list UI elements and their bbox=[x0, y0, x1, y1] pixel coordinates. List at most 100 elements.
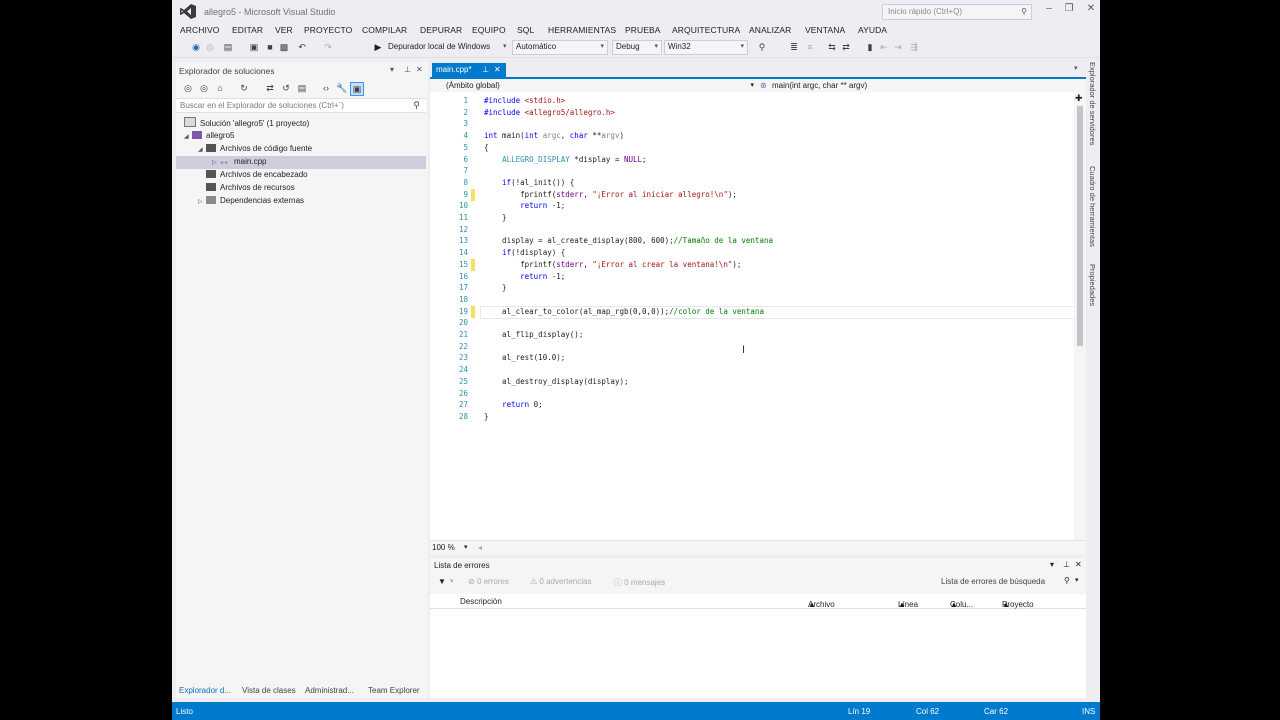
column-description[interactable]: Descripción bbox=[460, 597, 502, 606]
code-line[interactable]: return -1; bbox=[484, 272, 565, 281]
code-line[interactable]: #include <allegro5/allegro.h> bbox=[484, 108, 615, 117]
view-code-icon[interactable]: ‹› bbox=[320, 82, 332, 94]
new-project-icon[interactable]: ▤ bbox=[222, 41, 234, 53]
clear-bookmarks-icon[interactable]: ⇶ bbox=[908, 41, 920, 53]
close-icon[interactable]: ✕ bbox=[1075, 560, 1082, 569]
tree-item-solution[interactable]: Solución 'allegro5' (1 proyecto) bbox=[184, 117, 309, 129]
menu-equipo[interactable]: EQUIPO bbox=[472, 25, 506, 35]
zoom-level[interactable]: 100 % bbox=[432, 543, 455, 552]
configuration-select[interactable]: Debug ▾ bbox=[612, 40, 662, 55]
toggle-bookmark-icon[interactable]: ▮ bbox=[864, 41, 876, 53]
menu-analizar[interactable]: ANALIZAR bbox=[749, 25, 791, 35]
code-line[interactable]: al_flip_display(); bbox=[484, 330, 583, 339]
code-line[interactable]: { bbox=[484, 143, 489, 152]
code-line[interactable]: fprintf(stderr, "¡Error al iniciar alleg… bbox=[484, 190, 737, 199]
tab-team-explorer[interactable]: Team Explorer bbox=[368, 686, 420, 695]
code-line[interactable]: if(!display) { bbox=[484, 248, 565, 257]
refresh-icon[interactable]: ↺ bbox=[280, 82, 292, 94]
code-line[interactable]: if(!al_init()) { bbox=[484, 178, 574, 187]
code-line[interactable]: display = al_create_display(800, 600);//… bbox=[484, 236, 773, 245]
pin-icon[interactable]: ⊥ bbox=[1063, 560, 1070, 569]
save-all-icon[interactable]: ▩ bbox=[278, 41, 290, 53]
back-icon[interactable]: ◎ bbox=[182, 82, 194, 94]
menu-compilar[interactable]: COMPILAR bbox=[362, 25, 407, 35]
menu-ayuda[interactable]: AYUDA bbox=[858, 25, 887, 35]
bookmark-icon[interactable]: ⇆ bbox=[826, 41, 838, 53]
menu-ver[interactable]: VER bbox=[275, 25, 293, 35]
tab-main-cpp[interactable]: main.cpp* ⊥ ✕ bbox=[432, 63, 506, 77]
member-select[interactable]: ⊛ main(int argc, char ** argv) bbox=[760, 80, 1080, 91]
next-bookmark-icon[interactable]: ⇄ bbox=[840, 41, 852, 53]
messages-filter-button[interactable]: ⓘ 0 mensajes bbox=[614, 577, 665, 588]
menu-editar[interactable]: EDITAR bbox=[232, 25, 263, 35]
tree-item-external-dependencies[interactable]: ▷ Dependencias externas bbox=[198, 195, 304, 207]
prev-bookmark-icon[interactable]: ⇤ bbox=[878, 41, 890, 53]
debugger-label[interactable]: Depurador local de Windows bbox=[388, 42, 490, 51]
uncomment-icon[interactable]: ≡ bbox=[804, 41, 816, 53]
scroll-left-icon[interactable]: ◂ bbox=[478, 543, 482, 552]
chevron-down-icon[interactable]: ▾ bbox=[450, 577, 454, 585]
close-icon[interactable]: ✕ bbox=[416, 65, 423, 74]
pin-icon[interactable]: ⊥ bbox=[482, 65, 489, 74]
close-button[interactable]: ✕ bbox=[1082, 3, 1100, 17]
toolbox-tab[interactable]: Cuadro de herramientas bbox=[1088, 166, 1097, 247]
code-area[interactable]: 1 #include <stdio.h> 2 #include <allegro5/a… bbox=[430, 92, 1076, 540]
code-line[interactable]: return 0; bbox=[484, 400, 543, 409]
chevron-down-icon[interactable]: ▾ bbox=[503, 42, 507, 50]
warnings-filter-button[interactable]: ⚠ 0 advertencias bbox=[530, 577, 591, 586]
find-icon[interactable]: ⚲ bbox=[756, 41, 768, 53]
sync-icon[interactable]: ⇄ bbox=[264, 82, 276, 94]
redo-icon[interactable]: ↷ bbox=[322, 41, 334, 53]
server-explorer-tab[interactable]: Explorador de servidores bbox=[1088, 62, 1097, 145]
menu-arquitectura[interactable]: ARQUITECTURA bbox=[672, 25, 740, 35]
code-line[interactable]: ALLEGRO_DISPLAY *display = NULL; bbox=[484, 155, 647, 164]
menu-herramientas[interactable]: HERRAMIENTAS bbox=[548, 25, 616, 35]
chevron-down-icon[interactable]: ▾ bbox=[1074, 64, 1078, 72]
next-bookmark-folder-icon[interactable]: ⇥ bbox=[892, 41, 904, 53]
split-window-icon[interactable]: ✚ bbox=[1075, 93, 1083, 104]
comment-out-icon[interactable]: ≣ bbox=[788, 41, 800, 53]
collapse-all-icon[interactable]: ▤ bbox=[296, 82, 308, 94]
menu-depurar[interactable]: DEPURAR bbox=[420, 25, 462, 35]
tree-item-project[interactable]: ◢ allegro5 bbox=[184, 130, 234, 142]
scope-select[interactable]: (Ámbito global) ▾ bbox=[444, 80, 754, 91]
filter-icon[interactable]: ▼ bbox=[438, 577, 446, 586]
code-line[interactable]: #include <stdio.h> bbox=[484, 96, 565, 105]
error-search-input[interactable]: Lista de errores de búsqueda ⚲ ▾ bbox=[936, 575, 1082, 588]
quick-launch-input[interactable]: Inicio rápido (Ctrl+Q) ⚲ bbox=[882, 4, 1032, 20]
vertical-scrollbar[interactable]: ✚ bbox=[1074, 92, 1086, 540]
close-icon[interactable]: ✕ bbox=[494, 65, 501, 74]
platform-select[interactable]: Win32 ▾ bbox=[664, 40, 748, 55]
tree-item-header-folder[interactable]: Archivos de encabezado bbox=[206, 169, 308, 181]
code-line[interactable]: } bbox=[484, 283, 507, 292]
pending-changes-icon[interactable]: ↻ bbox=[238, 82, 250, 94]
tree-item-source-folder[interactable]: ◢ Archivos de código fuente bbox=[198, 143, 312, 155]
solution-mode-select[interactable]: Automático ▾ bbox=[512, 40, 608, 55]
save-icon[interactable]: ■ bbox=[264, 41, 276, 53]
tree-item-main-cpp[interactable]: ▷ ++ main.cpp bbox=[212, 156, 266, 168]
home-icon[interactable]: ⌂ bbox=[214, 82, 226, 94]
properties-icon[interactable]: 🔧 bbox=[336, 82, 348, 94]
menu-proyecto[interactable]: PROYECTO bbox=[304, 25, 352, 35]
tab-property-manager[interactable]: Administrad... bbox=[305, 686, 354, 695]
solution-search-input[interactable]: Buscar en el Explorador de soluciones (C… bbox=[176, 98, 426, 113]
code-line[interactable]: al_destroy_display(display); bbox=[484, 377, 628, 386]
open-file-icon[interactable]: ▣ bbox=[248, 41, 260, 53]
forward-icon[interactable]: ◎ bbox=[198, 82, 210, 94]
menu-ventana[interactable]: VENTANA bbox=[805, 25, 845, 35]
show-all-files-icon[interactable]: ▣ bbox=[350, 82, 364, 96]
code-line[interactable]: } bbox=[484, 213, 507, 222]
window-position-icon[interactable]: ▾ bbox=[1050, 560, 1054, 569]
menu-prueba[interactable]: PRUEBA bbox=[625, 25, 661, 35]
navigate-forward-icon[interactable]: ◎ bbox=[204, 41, 216, 53]
navigate-back-icon[interactable]: ◉ bbox=[190, 41, 202, 53]
tab-class-view[interactable]: Vista de clases bbox=[242, 686, 296, 695]
tree-item-resource-folder[interactable]: Archivos de recursos bbox=[206, 182, 295, 194]
code-line[interactable]: int main(int argc, char **argv) bbox=[484, 131, 624, 140]
maximize-button[interactable]: ❐ bbox=[1060, 3, 1078, 17]
menu-sql[interactable]: SQL bbox=[517, 25, 534, 35]
menu-archivo[interactable]: ARCHIVO bbox=[180, 25, 219, 35]
code-line[interactable]: fprintf(stderr, "¡Error al crear la vent… bbox=[484, 260, 741, 269]
chevron-down-icon[interactable]: ▾ bbox=[464, 543, 468, 551]
window-position-icon[interactable]: ▾ bbox=[390, 65, 394, 74]
